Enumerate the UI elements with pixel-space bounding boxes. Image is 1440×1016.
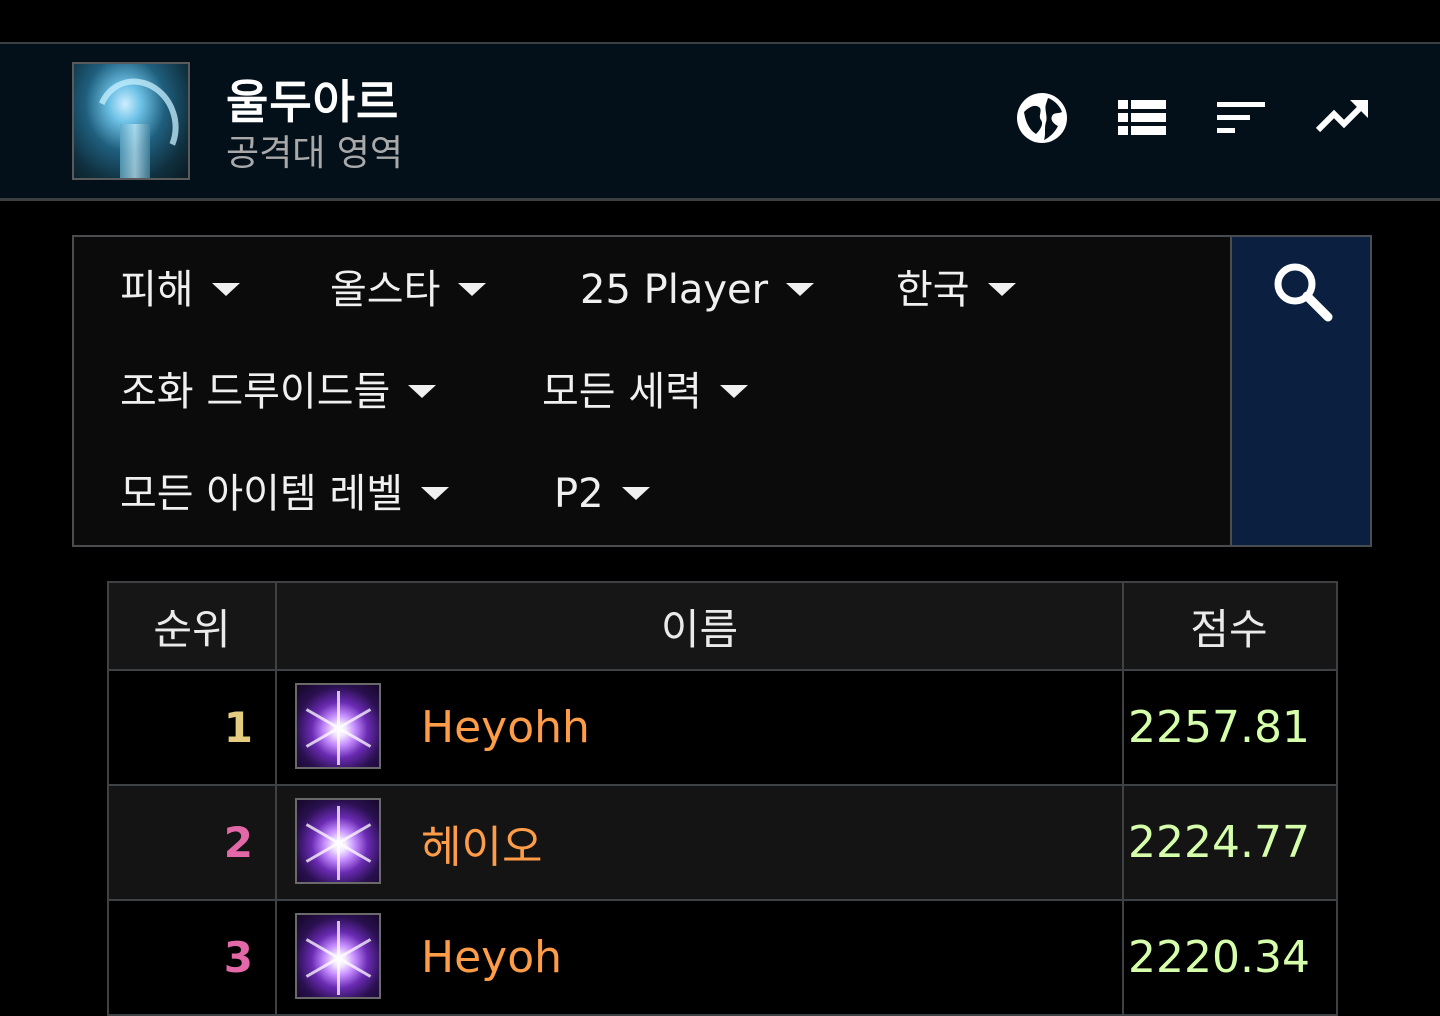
name-cell: Heyoh [277, 901, 1124, 1014]
zone-subtitle: 공격대 영역 [226, 133, 404, 174]
rank-cell: 3 [109, 901, 277, 1014]
player-name-link[interactable]: Heyoh [421, 901, 562, 1014]
partition-dropdown[interactable]: P2 [554, 469, 650, 519]
region-dropdown[interactable]: 한국 [896, 265, 1016, 315]
raid-size-dropdown[interactable]: 25 Player [580, 265, 815, 315]
trending-up-icon[interactable] [1314, 90, 1370, 146]
globe-icon[interactable] [1014, 90, 1070, 146]
difficulty-dropdown[interactable]: 올스타 [330, 265, 487, 315]
chevron-down-icon [421, 486, 450, 500]
chevron-down-icon [786, 282, 815, 296]
balance-druid-icon [295, 798, 381, 884]
chevron-down-icon [719, 384, 748, 398]
name-cell: Heyohh [277, 671, 1124, 784]
score-header[interactable]: 점수 [1124, 583, 1334, 669]
balance-druid-icon [295, 913, 381, 999]
rank-cell: 2 [109, 786, 277, 899]
score-value: 2224.77 [1128, 817, 1310, 868]
zone-title: 울두아르 [226, 75, 400, 129]
metric-dropdown[interactable]: 피해 [120, 265, 240, 315]
score-value: 2220.34 [1128, 932, 1310, 983]
chevron-down-icon [987, 282, 1016, 296]
rank-header[interactable]: 순위 [109, 583, 277, 669]
balance-druid-icon [295, 683, 381, 769]
score-cell: 2220.34 [1124, 901, 1334, 1014]
list-icon[interactable] [1114, 90, 1170, 146]
chevron-down-icon [621, 486, 650, 500]
name-header[interactable]: 이름 [277, 583, 1124, 669]
zone-header: 울두아르 공격대 영역 [0, 42, 1440, 201]
table-header-row: 순위 이름 점수 [109, 583, 1336, 671]
zone-thumbnail [72, 62, 190, 180]
rank-cell: 1 [109, 671, 277, 784]
score-cell: 2257.81 [1124, 671, 1334, 784]
spec-dropdown[interactable]: 조화 드루이드들 [120, 367, 437, 417]
player-name-link[interactable]: Heyohh [421, 671, 590, 784]
rank-number: 2 [223, 818, 253, 867]
name-cell: 헤이오 [277, 786, 1124, 899]
score-cell: 2224.77 [1124, 786, 1334, 899]
filter-panel: 피해 올스타 25 Player 한국 조화 드루이드들 모든 세력 모든 아이… [72, 235, 1372, 547]
zone-art-pillar [120, 124, 150, 178]
chevron-down-icon [211, 282, 240, 296]
ranking-table: 순위 이름 점수 1 Heyohh 2257.81 2 헤이오 2224.77 … [107, 581, 1338, 1016]
faction-dropdown[interactable]: 모든 세력 [542, 367, 748, 417]
table-row[interactable]: 2 헤이오 2224.77 [109, 786, 1336, 901]
item-level-dropdown[interactable]: 모든 아이템 레벨 [120, 469, 450, 519]
search-button[interactable] [1230, 237, 1370, 545]
sort-icon[interactable] [1214, 90, 1270, 146]
search-icon [1274, 263, 1333, 322]
rank-number: 3 [223, 933, 253, 982]
chevron-down-icon [458, 282, 487, 296]
table-row[interactable]: 3 Heyoh 2220.34 [109, 901, 1336, 1016]
player-name-link[interactable]: 헤이오 [421, 786, 542, 899]
rank-number: 1 [223, 703, 253, 752]
score-value: 2257.81 [1128, 702, 1310, 753]
table-row[interactable]: 1 Heyohh 2257.81 [109, 671, 1336, 786]
chevron-down-icon [408, 384, 437, 398]
